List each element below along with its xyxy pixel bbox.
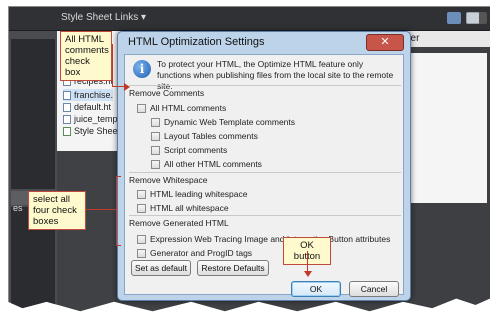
generator-tags-option[interactable]: Generator and ProgID tags (137, 247, 252, 259)
right-panel-header: der (403, 31, 490, 47)
set-as-default-button[interactable]: Set as default (131, 260, 191, 276)
checkbox-label: Layout Tables comments (164, 131, 258, 141)
checkbox-label: All other HTML comments (164, 159, 262, 169)
dialog-title: HTML Optimization Settings (128, 36, 265, 48)
html-optimization-dialog: HTML Optimization Settings ✕ i To protec… (117, 31, 411, 301)
file-item[interactable]: franchise. (63, 89, 114, 101)
cancel-button[interactable]: Cancel (349, 281, 399, 297)
all-html-comments-label: All HTML comments (150, 103, 227, 113)
leading-whitespace-option[interactable]: HTML leading whitespace (137, 188, 247, 200)
script-comments-checkbox[interactable] (151, 145, 160, 155)
css-file-icon (63, 126, 71, 136)
all-whitespace-option[interactable]: HTML all whitespace (137, 202, 229, 214)
left-panel: es (9, 31, 57, 312)
style-sheet-links-label: Style Sheet Links (61, 12, 139, 23)
leading-whitespace-checkbox[interactable] (137, 189, 146, 199)
style-sheet-links-menu[interactable]: Style Sheet Links ▾ (61, 12, 146, 23)
all-whitespace-checkbox[interactable] (137, 203, 146, 213)
other-html-comments-checkbox[interactable] (151, 159, 160, 169)
callout-bracket (116, 176, 121, 246)
remove-comments-group: Remove Comments All HTML comments Dynami… (129, 85, 401, 170)
remove-whitespace-group: Remove Whitespace HTML leading whitespac… (129, 172, 401, 214)
file-name: default.ht (74, 102, 112, 112)
left-panel-label: es (13, 203, 23, 213)
checkbox-label: HTML all whitespace (150, 203, 229, 213)
remove-whitespace-label: Remove Whitespace (129, 175, 208, 185)
script-comments-option[interactable]: Script comments (151, 144, 227, 156)
remove-generated-html-label: Remove Generated HTML (129, 218, 229, 228)
dialog-titlebar[interactable]: HTML Optimization Settings ✕ (118, 32, 410, 54)
callout-arrow-icon (124, 83, 130, 91)
html-file-icon (63, 90, 71, 100)
ok-button[interactable]: OK (291, 281, 341, 297)
dialog-body: i To protect your HTML, the Optimize HTM… (124, 54, 404, 297)
file-item[interactable]: Style Shee (63, 125, 118, 137)
checkbox-label: Generator and ProgID tags (150, 248, 253, 258)
close-button[interactable]: ✕ (366, 34, 404, 51)
toolbar-icon-2[interactable] (466, 12, 480, 24)
file-item[interactable]: juice_temp (63, 113, 118, 125)
left-panel-upper (11, 39, 55, 189)
checkbox-label: Expression Web Tracing Image and Interac… (150, 234, 391, 244)
checkbox-label: Dynamic Web Template comments (164, 117, 296, 127)
layout-tables-comments-option[interactable]: Layout Tables comments (151, 130, 258, 142)
file-name: franchise. (74, 90, 114, 100)
dwt-comments-option[interactable]: Dynamic Web Template comments (151, 116, 295, 128)
app-toolbar: Style Sheet Links ▾ (9, 7, 490, 31)
chevron-down-icon: ▾ (141, 12, 147, 23)
html-file-icon (63, 102, 71, 112)
checkbox-label: Script comments (164, 145, 228, 155)
callout-all-comments: All HTML comments check box (60, 31, 112, 81)
remove-comments-label: Remove Comments (129, 88, 205, 98)
close-icon: ✕ (380, 36, 390, 48)
all-html-comments-option[interactable]: All HTML comments (137, 102, 226, 114)
toolbar-icon-1[interactable] (447, 12, 461, 24)
callout-leader-line (307, 251, 308, 271)
callout-leader-line (112, 86, 124, 87)
generator-tags-checkbox[interactable] (137, 248, 146, 258)
callout-leader-line (112, 44, 113, 86)
remove-generated-html-group: Remove Generated HTML Expression Web Tra… (129, 215, 401, 259)
right-panel: der (403, 31, 490, 312)
callout-select-four: select all four check boxes (28, 191, 86, 230)
file-item[interactable]: default.ht (63, 101, 111, 113)
right-panel-body (407, 53, 487, 203)
dwt-comments-checkbox[interactable] (151, 117, 160, 127)
all-html-comments-checkbox[interactable] (137, 103, 146, 113)
callout-arrow-icon (304, 271, 312, 277)
file-name: juice_temp (74, 114, 118, 124)
restore-defaults-button[interactable]: Restore Defaults (197, 260, 269, 276)
checkbox-label: HTML leading whitespace (150, 189, 248, 199)
info-icon: i (133, 60, 151, 78)
tracing-image-checkbox[interactable] (137, 234, 146, 244)
other-html-comments-option[interactable]: All other HTML comments (151, 158, 262, 170)
callout-leader-line (86, 209, 116, 210)
tracing-image-option[interactable]: Expression Web Tracing Image and Interac… (137, 233, 390, 245)
template-file-icon (63, 114, 71, 124)
toolbar-icon-3[interactable] (479, 12, 487, 24)
info-row: i To protect your HTML, the Optimize HTM… (125, 55, 403, 91)
file-name: Style Shee (74, 126, 118, 136)
layout-tables-comments-checkbox[interactable] (151, 131, 160, 141)
